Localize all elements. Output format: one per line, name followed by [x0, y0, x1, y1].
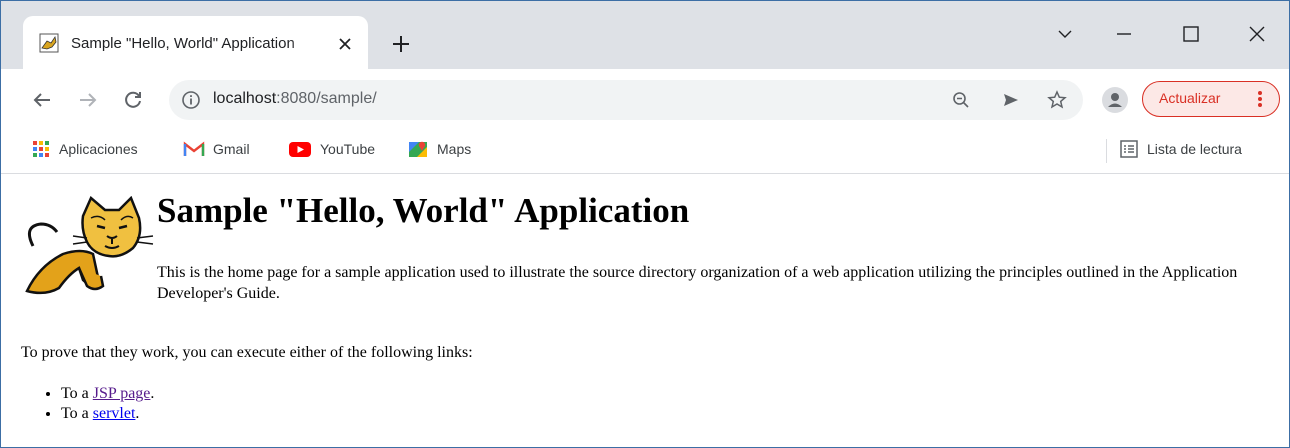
bookmark-youtube[interactable]: YouTube: [288, 137, 375, 161]
gmail-icon: [183, 141, 205, 156]
zoom-out-icon[interactable]: [951, 90, 971, 110]
bookmark-label: Maps: [437, 141, 472, 157]
close-window-icon[interactable]: [1246, 23, 1268, 45]
link-suffix: .: [135, 405, 140, 422]
jsp-page-link[interactable]: JSP page: [93, 385, 151, 402]
intro-paragraph: This is the home page for a sample appli…: [157, 264, 1238, 302]
toolbar: localhost:8080/sample/ Actualizar: [1, 69, 1289, 129]
minimize-icon[interactable]: [1113, 23, 1135, 45]
url-path: :8080/sample/: [276, 90, 377, 107]
send-icon[interactable]: [1001, 90, 1021, 110]
apps-grid-icon: [33, 141, 49, 157]
update-button-label: Actualizar: [1159, 90, 1221, 106]
bookmark-label: YouTube: [320, 141, 376, 157]
tab-title: Sample "Hello, World" Application: [71, 35, 295, 52]
more-vert-icon[interactable]: [1257, 90, 1263, 108]
link-prefix: To a: [61, 405, 93, 422]
reload-icon[interactable]: [122, 89, 144, 111]
plus-icon[interactable]: [391, 34, 411, 54]
bookmark-apps[interactable]: Aplicaciones: [31, 137, 138, 161]
forward-arrow-icon[interactable]: [77, 89, 99, 111]
tomcat-favicon-icon: [39, 33, 59, 53]
reading-list-button[interactable]: Lista de lectura: [1119, 137, 1242, 161]
maps-icon: [409, 141, 427, 157]
update-button[interactable]: Actualizar: [1142, 81, 1280, 117]
url-host: localhost: [213, 90, 277, 107]
bookmark-gmail[interactable]: Gmail: [183, 137, 250, 161]
servlet-link[interactable]: servlet: [93, 405, 136, 422]
link-suffix: .: [150, 385, 155, 402]
maximize-icon[interactable]: [1180, 23, 1202, 45]
youtube-icon: [289, 142, 311, 157]
bookmark-maps[interactable]: Maps: [407, 137, 471, 161]
close-icon[interactable]: [336, 35, 354, 53]
link-prefix: To a: [61, 385, 93, 402]
reading-list-label: Lista de lectura: [1147, 141, 1242, 157]
bookmarks-divider: [1106, 139, 1107, 163]
star-icon[interactable]: [1047, 90, 1067, 110]
person-icon: [1108, 93, 1122, 107]
page-content: Sample "Hello, World" Application This i…: [1, 174, 1289, 447]
bookmarks-bar: Aplicaciones Gmail YouTube Maps Lista de…: [1, 129, 1289, 174]
tab-active[interactable]: Sample "Hello, World" Application: [23, 16, 368, 69]
tab-strip: Sample "Hello, World" Application: [1, 1, 1289, 69]
links-list: To a JSP page. To a servlet.: [21, 384, 154, 424]
list-item: To a JSP page.: [61, 384, 154, 404]
back-arrow-icon[interactable]: [31, 89, 53, 111]
url-text[interactable]: localhost:8080/sample/: [213, 90, 377, 108]
chevron-down-icon[interactable]: [1054, 23, 1076, 45]
reading-list-icon: [1120, 140, 1138, 158]
address-bar[interactable]: localhost:8080/sample/: [169, 80, 1083, 120]
page-title: Sample "Hello, World" Application: [157, 191, 690, 230]
bookmark-label: Aplicaciones: [59, 141, 138, 157]
info-icon[interactable]: [181, 90, 201, 110]
tomcat-logo-icon: [25, 196, 154, 295]
profile-avatar[interactable]: [1102, 87, 1128, 113]
browser-window: Sample "Hello, World" Application localh…: [0, 0, 1290, 448]
prove-paragraph: To prove that they work, you can execute…: [21, 344, 473, 361]
list-item: To a servlet.: [61, 404, 154, 424]
bookmark-label: Gmail: [213, 141, 250, 157]
